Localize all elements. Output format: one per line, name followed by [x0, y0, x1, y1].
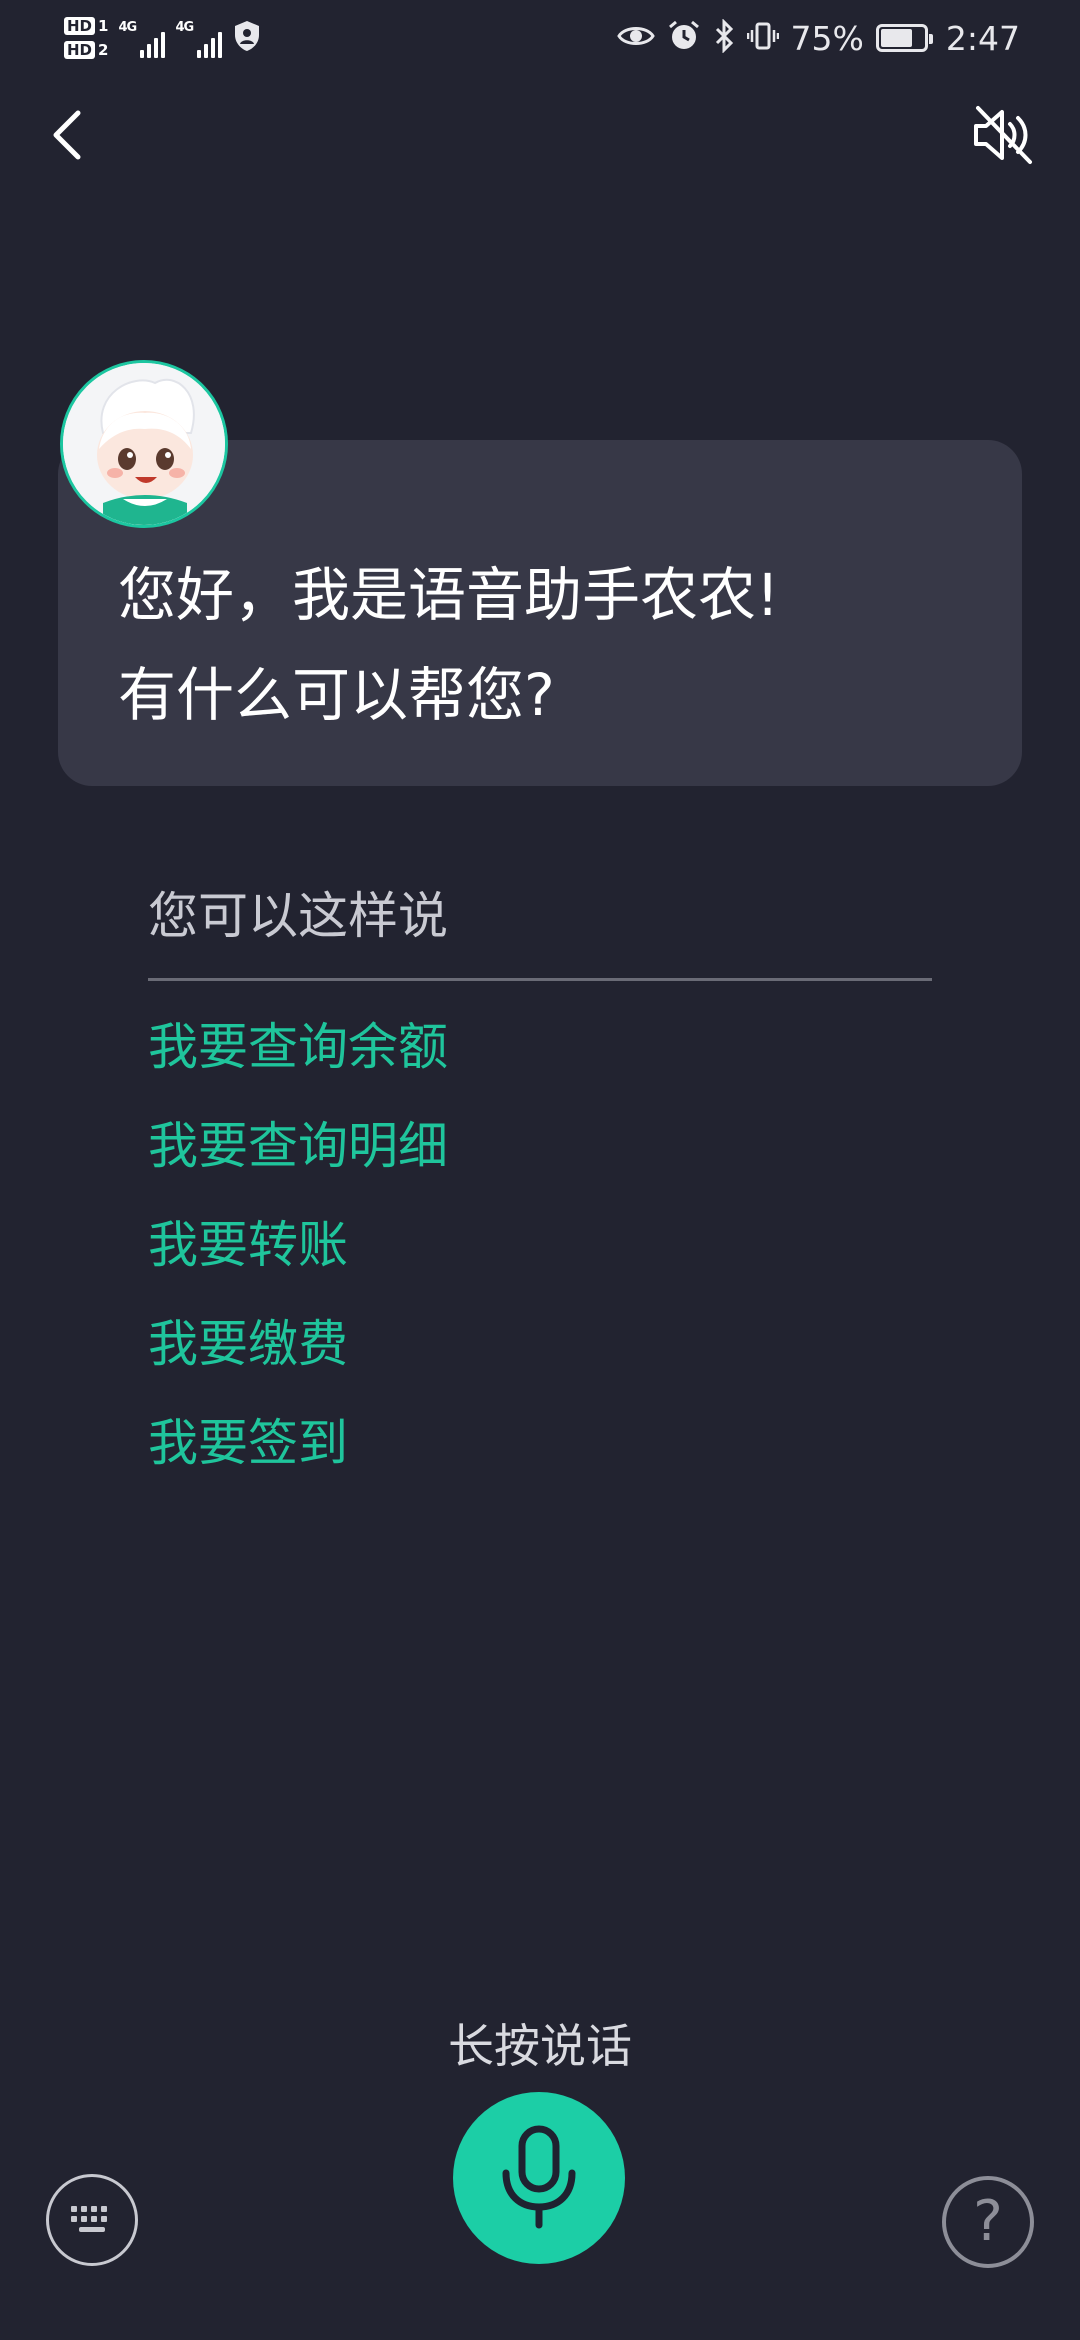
sim-indicators: HD 1 HD 2 [64, 17, 108, 59]
hold-to-talk-label: 长按说话 [448, 2019, 632, 2073]
status-left: HD 1 HD 2 4G 4G [64, 8, 262, 68]
greeting-line-2: 有什么可以帮您? [118, 661, 555, 729]
sim2-number: 2 [98, 41, 109, 59]
microphone-button[interactable] [453, 2092, 625, 2264]
chevron-left-icon [53, 110, 81, 160]
suggestions-divider [148, 978, 932, 981]
question-mark-icon: ? [973, 2189, 1003, 2254]
greeting-line-1: 您好，我是语音助手农农! [118, 561, 780, 629]
clock-time: 2:47 [945, 18, 1020, 58]
speaker-muted-icon [974, 106, 1032, 164]
help-button[interactable]: ? [942, 2176, 1034, 2268]
signal-strength-icon-2: 4G [175, 18, 223, 58]
bluetooth-icon [713, 18, 735, 57]
microphone-icon [502, 2125, 576, 2229]
sim1-number: 1 [98, 17, 109, 35]
suggestion-check-balance[interactable]: 我要查询余额 [148, 1015, 448, 1114]
keyboard-icon [71, 2206, 107, 2232]
sim2-indicator: HD 2 [64, 41, 108, 59]
signal-strength-icon-1: 4G [118, 18, 166, 58]
keyboard-button[interactable] [46, 2174, 138, 2266]
battery-percent: 75% [790, 18, 864, 58]
suggestion-check-in[interactable]: 我要签到 [148, 1411, 448, 1510]
sim1-indicator: HD 1 [64, 17, 108, 35]
back-button[interactable] [40, 105, 100, 165]
assistant-avatar [60, 360, 228, 528]
suggestion-pay-bills[interactable]: 我要缴费 [148, 1312, 448, 1411]
signal-bars-2 [197, 32, 223, 58]
eye-icon [616, 23, 655, 53]
suggestions-list: 我要查询余额 我要查询明细 我要转账 我要缴费 我要签到 [148, 1015, 448, 1510]
battery-icon [875, 24, 933, 52]
suggestion-transfer[interactable]: 我要转账 [148, 1213, 448, 1312]
vibrate-icon [746, 20, 779, 56]
status-right: 75% 2:47 [616, 8, 1020, 68]
hd-badge-2: HD [64, 41, 96, 59]
mute-toggle-button[interactable] [970, 102, 1036, 168]
network-type-2: 4G [175, 20, 194, 35]
status-bar: HD 1 HD 2 4G 4G 75% 2:47 [0, 0, 1080, 75]
suggestion-check-details[interactable]: 我要查询明细 [148, 1114, 448, 1213]
network-type-1: 4G [118, 20, 137, 35]
battery-fill [880, 29, 913, 47]
privacy-shield-icon [232, 19, 262, 57]
signal-bars-1 [140, 32, 166, 58]
hd-badge-1: HD [64, 17, 96, 35]
alarm-icon [667, 19, 701, 57]
suggestions-title: 您可以这样说 [148, 887, 448, 945]
